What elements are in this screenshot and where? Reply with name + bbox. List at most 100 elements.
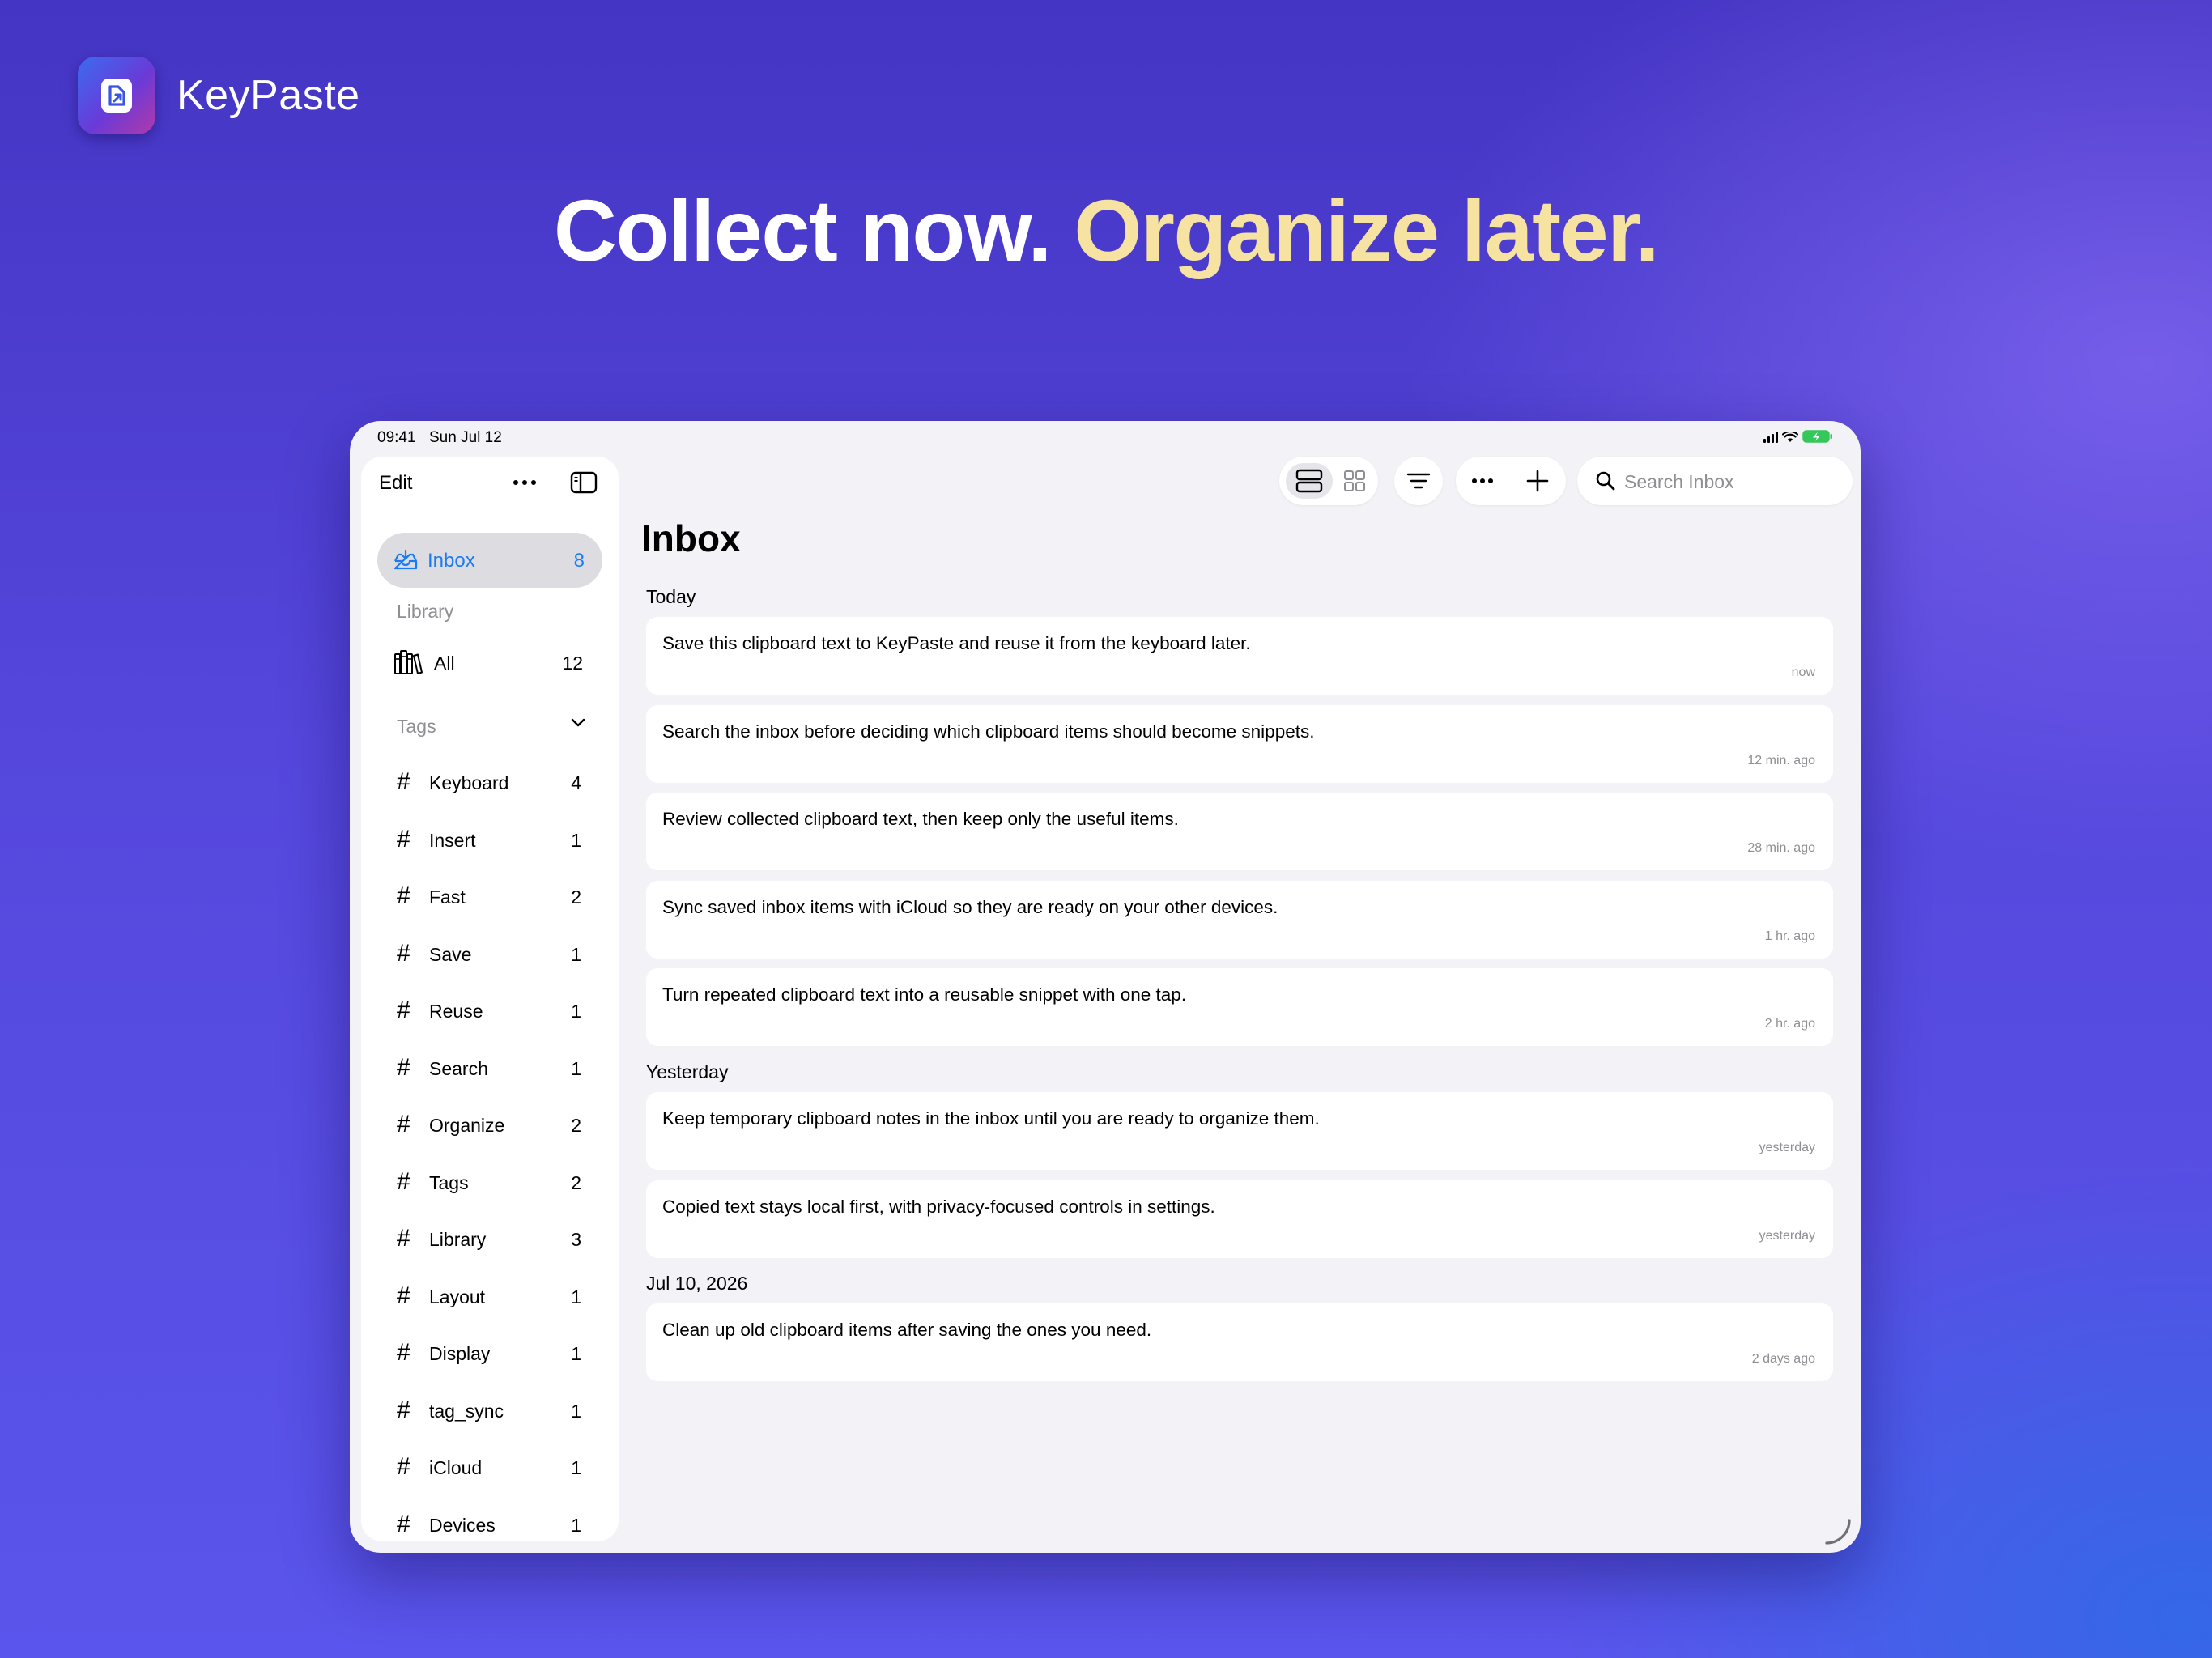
sidebar-item-count: 8 [573,550,585,572]
edit-button[interactable]: Edit [379,472,412,495]
tag-label: Insert [429,829,476,851]
status-icons [1763,430,1833,443]
clipboard-item[interactable]: Keep temporary clipboard notes in the in… [646,1092,1833,1170]
hashtag-icon: # [397,768,410,795]
tag-label: Keyboard [429,772,509,793]
hashtag-icon: # [397,1396,410,1423]
item-timestamp: 2 days ago [1751,1352,1815,1366]
tag-count: 1 [571,829,581,851]
sidebar-item-label: Inbox [428,550,475,572]
plus-icon [1526,470,1549,492]
item-text: Review collected clipboard text, then ke… [662,809,1179,829]
tags-section-header[interactable]: Tags [361,709,619,742]
sidebar-item-count: 12 [562,653,583,674]
sidebar-item-all[interactable]: All 12 [361,641,619,682]
sidebar-item-tag[interactable]: # Save 1 [361,933,619,973]
cellular-signal-icon [1763,432,1778,443]
filter-button[interactable] [1394,457,1443,505]
tag-label: iCloud [429,1457,483,1478]
tag-count: 1 [571,943,581,965]
brand-name: KeyPaste [177,72,360,119]
tag-count: 1 [571,1514,581,1536]
item-text: Copied text stays local first, with priv… [662,1196,1215,1217]
ellipsis-icon [1472,478,1493,483]
tag-count: 1 [571,1343,581,1364]
item-text: Keep temporary clipboard notes in the in… [662,1108,1320,1129]
clipboard-item[interactable]: Clean up old clipboard items after savin… [646,1303,1833,1381]
hashtag-icon: # [397,1510,410,1537]
hashtag-icon: # [397,997,410,1023]
search-field[interactable] [1577,457,1853,505]
list-view-button[interactable] [1286,463,1333,499]
clipboard-item[interactable]: Sync saved inbox items with iCloud so th… [646,880,1833,959]
sidebar-item-tag[interactable]: # Keyboard 4 [361,761,619,801]
grid-view-button[interactable] [1333,463,1376,499]
tag-count: 4 [571,772,581,793]
tag-label: Organize [429,1115,505,1136]
sidebar-toggle-icon [570,471,598,494]
sidebar-item-tag[interactable]: # Fast 2 [361,875,619,916]
sidebar-item-tag[interactable]: # Devices 1 [361,1503,619,1542]
library-section-title: Library [397,601,454,622]
item-timestamp: now [1791,665,1815,679]
sidebar-item-tag[interactable]: # Layout 1 [361,1275,619,1316]
search-icon [1596,471,1615,491]
clipboard-item[interactable]: Copied text stays local first, with priv… [646,1180,1833,1258]
item-text: Sync saved inbox items with iCloud so th… [662,896,1278,917]
clipboard-item[interactable]: Turn repeated clipboard text into a reus… [646,968,1833,1046]
brand: KeyPaste [78,57,360,134]
hashtag-icon: # [397,1339,410,1366]
books-icon [394,650,423,674]
tag-count: 1 [571,1457,581,1478]
tag-label: Search [429,1057,488,1079]
window-resize-handle[interactable] [1822,1516,1854,1548]
sidebar-item-tag[interactable]: # tag_sync 1 [361,1389,619,1430]
tag-label: Devices [429,1514,496,1536]
sidebar-toggle-button[interactable] [568,469,599,496]
clipboard-item[interactable]: Save this clipboard text to KeyPaste and… [646,617,1833,695]
group-label-yesterday: Yesterday [646,1061,729,1082]
item-timestamp: 2 hr. ago [1764,1017,1815,1031]
sidebar-more-button[interactable] [507,468,542,497]
grid-view-icon [1344,470,1365,491]
sidebar-item-tag[interactable]: # Organize 2 [361,1103,619,1144]
app-icon [78,57,155,134]
sidebar-item-tag[interactable]: # Display 1 [361,1332,619,1372]
ipad-app-window: 09:41 Sun Jul 12 Edit Inbox 8 Library Al… [350,421,1861,1553]
tag-label: tag_sync [429,1400,504,1422]
view-mode-segmented-control [1279,457,1378,505]
sidebar-item-tag[interactable]: # iCloud 1 [361,1446,619,1486]
hashtag-icon: # [397,825,410,852]
search-input[interactable] [1623,466,1836,497]
tag-count: 3 [571,1229,581,1250]
tag-label: Fast [429,886,466,908]
item-timestamp: 12 min. ago [1747,753,1815,767]
sidebar-item-tag[interactable]: # Search 1 [361,1047,619,1087]
list-view-icon [1295,469,1323,493]
tag-count: 1 [571,1286,581,1307]
sidebar-toolbar: Edit [361,465,619,505]
tag-label: Tags [429,1171,469,1193]
more-button[interactable] [1456,457,1509,505]
add-button[interactable] [1509,457,1566,505]
actions-group [1456,457,1566,505]
sidebar-item-tag[interactable]: # Insert 1 [361,818,619,859]
tag-count: 2 [571,1115,581,1136]
clipboard-item[interactable]: Search the inbox before deciding which c… [646,704,1833,783]
sidebar-item-inbox[interactable]: Inbox 8 [377,533,602,588]
ellipsis-icon [513,480,536,485]
tag-count: 2 [571,1171,581,1193]
clipboard-item[interactable]: Review collected clipboard text, then ke… [646,793,1833,870]
tag-count: 1 [571,1001,581,1022]
chevron-down-icon [571,718,585,727]
sidebar-item-tag[interactable]: # Tags 2 [361,1161,619,1201]
sidebar-item-tag[interactable]: # Library 3 [361,1218,619,1258]
sidebar-item-tag[interactable]: # Reuse 1 [361,989,619,1030]
inbox-tray-icon [393,549,418,570]
item-timestamp: yesterday [1759,1141,1815,1154]
group-label-today: Today [646,586,696,607]
headline: Collect now. Organize later. [0,180,2212,281]
sidebar-item-label: All [434,653,455,674]
tags-section-title: Tags [397,716,436,737]
item-text: Clean up old clipboard items after savin… [662,1320,1152,1340]
